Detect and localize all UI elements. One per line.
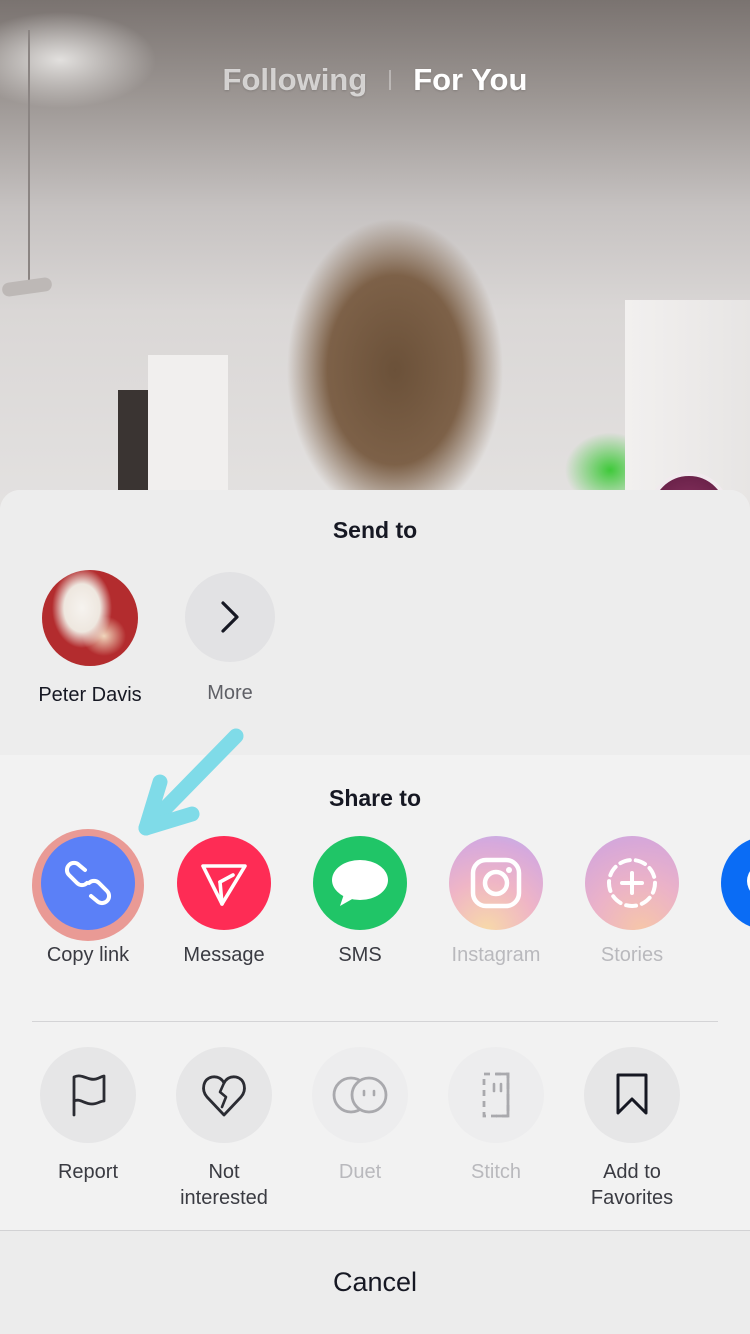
speech-bubble-icon — [332, 860, 388, 906]
add-to-favorites-button[interactable]: Add to Favorites — [564, 1047, 700, 1211]
chevron-right-icon — [221, 601, 239, 633]
duet-icon — [332, 1076, 388, 1114]
message-circle — [177, 836, 271, 930]
share-stories-button[interactable]: Stories — [564, 836, 700, 967]
not-interested-button[interactable]: Not interested — [156, 1047, 292, 1211]
avatar — [42, 570, 138, 666]
add-to-favorites-label: Add to Favorites — [591, 1159, 673, 1211]
not-interested-label: Not interested — [180, 1159, 268, 1211]
add-to-favorites-label-line2: Favorites — [590, 1187, 674, 1209]
more-label: More — [207, 682, 253, 704]
stitch-circle — [448, 1047, 544, 1143]
feed-tabs: Following For You — [0, 62, 750, 98]
stories-label: Stories — [600, 944, 664, 966]
send-to-section: Send to Peter Davis More — [0, 490, 750, 755]
duet-label: Duet — [338, 1161, 382, 1183]
contact-name: Peter Davis — [38, 684, 142, 706]
share-sms-button[interactable]: SMS — [292, 836, 428, 967]
share-instagram-button[interactable]: Instagram — [428, 836, 564, 967]
copy-link-circle — [41, 836, 135, 930]
send-to-title: Send to — [332, 517, 418, 543]
bookmark-icon — [616, 1073, 648, 1115]
messenger-circle — [721, 836, 750, 930]
contact-peter-davis[interactable]: Peter Davis — [20, 570, 160, 707]
share-to-row: Copy link Message SMS Instagram Stories — [0, 836, 750, 986]
messenger-icon — [747, 871, 750, 891]
stories-circle — [585, 836, 679, 930]
copy-link-label: Copy link — [46, 944, 130, 966]
sms-label: SMS — [338, 944, 382, 966]
paper-plane-icon — [201, 864, 247, 906]
duet-circle — [312, 1047, 408, 1143]
report-circle — [40, 1047, 136, 1143]
share-sheet: Send to Peter Davis More Share to Copy l… — [0, 490, 750, 1334]
share-messenger-button[interactable]: Mes — [700, 836, 750, 967]
report-label: Report — [57, 1161, 119, 1183]
link-icon — [64, 860, 112, 906]
section-divider — [32, 1021, 718, 1022]
more-contacts-button[interactable]: More — [160, 570, 300, 705]
stitch-icon — [482, 1072, 510, 1118]
broken-heart-icon — [202, 1075, 246, 1117]
add-to-favorites-circle — [584, 1047, 680, 1143]
instagram-label: Instagram — [451, 944, 541, 966]
tab-for-you[interactable]: For You — [409, 62, 531, 98]
cancel-button[interactable]: Cancel — [0, 1230, 750, 1334]
share-message-button[interactable]: Message — [156, 836, 292, 967]
duet-button[interactable]: Duet — [292, 1047, 428, 1185]
sms-circle — [313, 836, 407, 930]
not-interested-label-line1: Not — [208, 1161, 240, 1183]
stitch-button[interactable]: Stitch — [428, 1047, 564, 1185]
not-interested-label-line2: interested — [180, 1187, 268, 1209]
instagram-circle — [449, 836, 543, 930]
not-interested-circle — [176, 1047, 272, 1143]
tab-following[interactable]: Following — [219, 62, 372, 98]
ceiling-fan — [1, 276, 53, 298]
add-to-favorites-label-line1: Add to — [603, 1161, 661, 1183]
tab-separator — [389, 70, 392, 90]
stories-add-icon — [607, 858, 657, 908]
flag-icon — [72, 1074, 106, 1117]
more-circle — [185, 572, 275, 662]
actions-row: Report Not interested Duet Stitch Add to… — [0, 1047, 750, 1227]
cancel-label: Cancel — [332, 1267, 418, 1297]
instagram-icon — [470, 857, 522, 909]
report-button[interactable]: Report — [20, 1047, 156, 1185]
stitch-label: Stitch — [470, 1161, 522, 1183]
share-to-title: Share to — [328, 785, 422, 811]
share-copy-link-button[interactable]: Copy link — [20, 836, 156, 967]
message-label: Message — [183, 944, 265, 966]
